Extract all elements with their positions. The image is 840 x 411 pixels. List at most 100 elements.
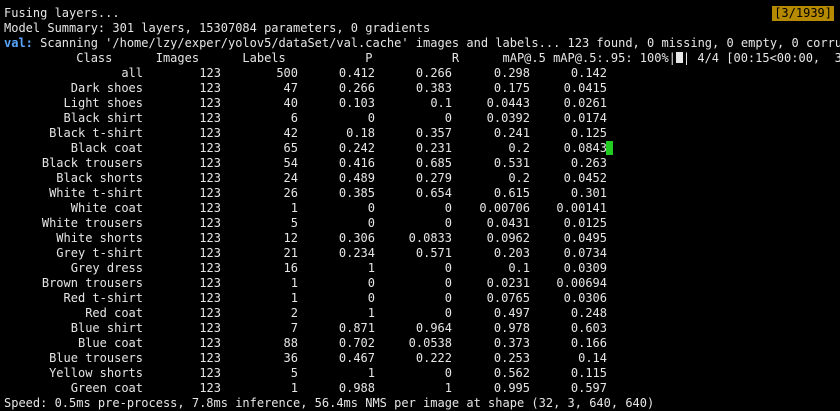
precision-cell: 1 (367, 306, 375, 320)
recall-cell: 0.279 (415, 171, 452, 185)
images-cell: 123 (199, 231, 221, 245)
table-row: all 123 500 0.412 0.266 0.298 0.142 (0, 66, 840, 81)
map50-95-cell: 0.0125 (563, 216, 607, 230)
images-cell: 123 (199, 156, 221, 170)
labels-cell: 7 (290, 321, 298, 335)
map50-cell: 0.241 (493, 126, 530, 140)
fusing-line: Fusing layers... (4, 6, 120, 20)
labels-cell: 500 (276, 66, 298, 80)
table-row: Black shirt 123 6 0 0 0.0392 0.0174 (0, 111, 840, 126)
map50-95-cell: 0.0261 (563, 96, 607, 110)
precision-cell: 0.416 (338, 156, 375, 170)
labels-cell: 5 (290, 366, 298, 380)
labels-cell: 1 (290, 201, 298, 215)
images-cell: 123 (199, 321, 221, 335)
precision-cell: 0.489 (338, 171, 375, 185)
class-cell: Black shirt (63, 111, 143, 125)
map50-95-cell: 0.0734 (563, 246, 607, 260)
images-cell: 123 (199, 126, 221, 140)
recall-cell: 0.266 (415, 66, 452, 80)
recall-cell: 0 (444, 306, 452, 320)
table-row: Black shorts 123 24 0.489 0.279 0.2 0.0452 (0, 171, 840, 186)
class-cell: Blue coat (77, 336, 143, 350)
recall-cell: 0.654 (415, 186, 452, 200)
class-cell: White trousers (41, 216, 143, 230)
table-row: White coat 123 1 0 0 0.00706 0.00141 (0, 201, 840, 216)
terminal-cursor (606, 141, 613, 155)
images-cell: 123 (199, 336, 221, 350)
map50-95-cell: 0.166 (570, 336, 607, 350)
map50-cell: 0.0392 (486, 111, 530, 125)
images-cell: 123 (199, 306, 221, 320)
map50-cell: 0.2 (508, 171, 530, 185)
map50-95-cell: 0.125 (570, 126, 607, 140)
terminal-window[interactable]: [3/1939] Fusing layers... Model Summary:… (0, 0, 840, 411)
map50-cell: 0.175 (493, 81, 530, 95)
map50-95-cell: 0.00141 (556, 201, 607, 215)
map50-95-cell: 0.597 (570, 381, 607, 395)
images-cell: 123 (199, 141, 221, 155)
map50-95-cell: 0.248 (570, 306, 607, 320)
speed-line: Speed: 0.5ms pre-process, 7.8ms inferenc… (4, 396, 655, 410)
recall-cell: 0 (444, 201, 452, 215)
class-cell: White coat (70, 201, 143, 215)
table-row: Blue shirt 123 7 0.871 0.964 0.978 0.603 (0, 321, 840, 336)
labels-cell: 54 (283, 156, 298, 170)
precision-cell: 0.702 (338, 336, 375, 350)
map50-cell: 0.0765 (486, 291, 530, 305)
table-row: White trousers 123 5 0 0 0.0431 0.0125 (0, 216, 840, 231)
images-cell: 123 (199, 111, 221, 125)
precision-cell: 0 (367, 216, 375, 230)
recall-cell: 0.383 (415, 81, 452, 95)
labels-cell: 47 (283, 81, 298, 95)
recall-cell: 0 (444, 216, 452, 230)
labels-cell: 2 (290, 306, 298, 320)
map50-cell: 0.978 (493, 321, 530, 335)
recall-cell: 0.685 (415, 156, 452, 170)
precision-cell: 1 (367, 261, 375, 275)
table-row: White shorts 123 12 0.306 0.0833 0.0962 0.0495 (0, 231, 840, 246)
precision-cell: 0 (367, 291, 375, 305)
class-cell: Black t-shirt (49, 126, 143, 140)
map50-cell: 0.562 (493, 366, 530, 380)
precision-cell: 0 (367, 111, 375, 125)
class-cell: Red coat (85, 306, 143, 320)
table-row: Black trousers 123 54 0.416 0.685 0.531 0.263 (0, 156, 840, 171)
images-cell: 123 (199, 186, 221, 200)
table-row: Red t-shirt 123 1 0 0 0.0765 0.0306 (0, 291, 840, 306)
images-cell: 123 (199, 261, 221, 275)
labels-cell: 6 (290, 111, 298, 125)
table-row: Green coat 123 1 0.988 1 0.995 0.597 (0, 381, 840, 396)
labels-cell: 1 (290, 381, 298, 395)
map50-cell: 0.0431 (486, 216, 530, 230)
map50-cell: 0.0443 (486, 96, 530, 110)
images-cell: 123 (199, 96, 221, 110)
precision-cell: 0.306 (338, 231, 375, 245)
recall-cell: 0 (444, 261, 452, 275)
recall-cell: 0.0538 (408, 336, 452, 350)
images-cell: 123 (199, 381, 221, 395)
map50-95-cell: 0.0452 (563, 171, 607, 185)
map50-cell: 0.2 (508, 141, 530, 155)
class-cell: Dark shoes (70, 81, 143, 95)
recall-cell: 0.964 (415, 321, 452, 335)
images-cell: 123 (199, 276, 221, 290)
precision-cell: 0.385 (338, 186, 375, 200)
map50-cell: 0.995 (493, 381, 530, 395)
map50-95-cell: 0.0495 (563, 231, 607, 245)
precision-cell: 0.242 (338, 141, 375, 155)
map50-cell: 0.0231 (486, 276, 530, 290)
precision-cell: 0.412 (338, 66, 375, 80)
class-cell: all (121, 66, 143, 80)
table-row: Blue coat 123 88 0.702 0.0538 0.373 0.166 (0, 336, 840, 351)
map50-cell: 0.298 (493, 66, 530, 80)
precision-cell: 0 (367, 201, 375, 215)
images-cell: 123 (199, 246, 221, 260)
map50-cell: 0.373 (493, 336, 530, 350)
class-cell: Blue shirt (70, 321, 143, 335)
map50-cell: 0.203 (493, 246, 530, 260)
class-cell: Black shorts (56, 171, 143, 185)
table-row: Light shoes 123 40 0.103 0.1 0.0443 0.0261 (0, 96, 840, 111)
labels-cell: 36 (283, 351, 298, 365)
val-scan-text: Scanning '/home/lzy/exper/yolov5/dataSet… (32, 36, 840, 50)
